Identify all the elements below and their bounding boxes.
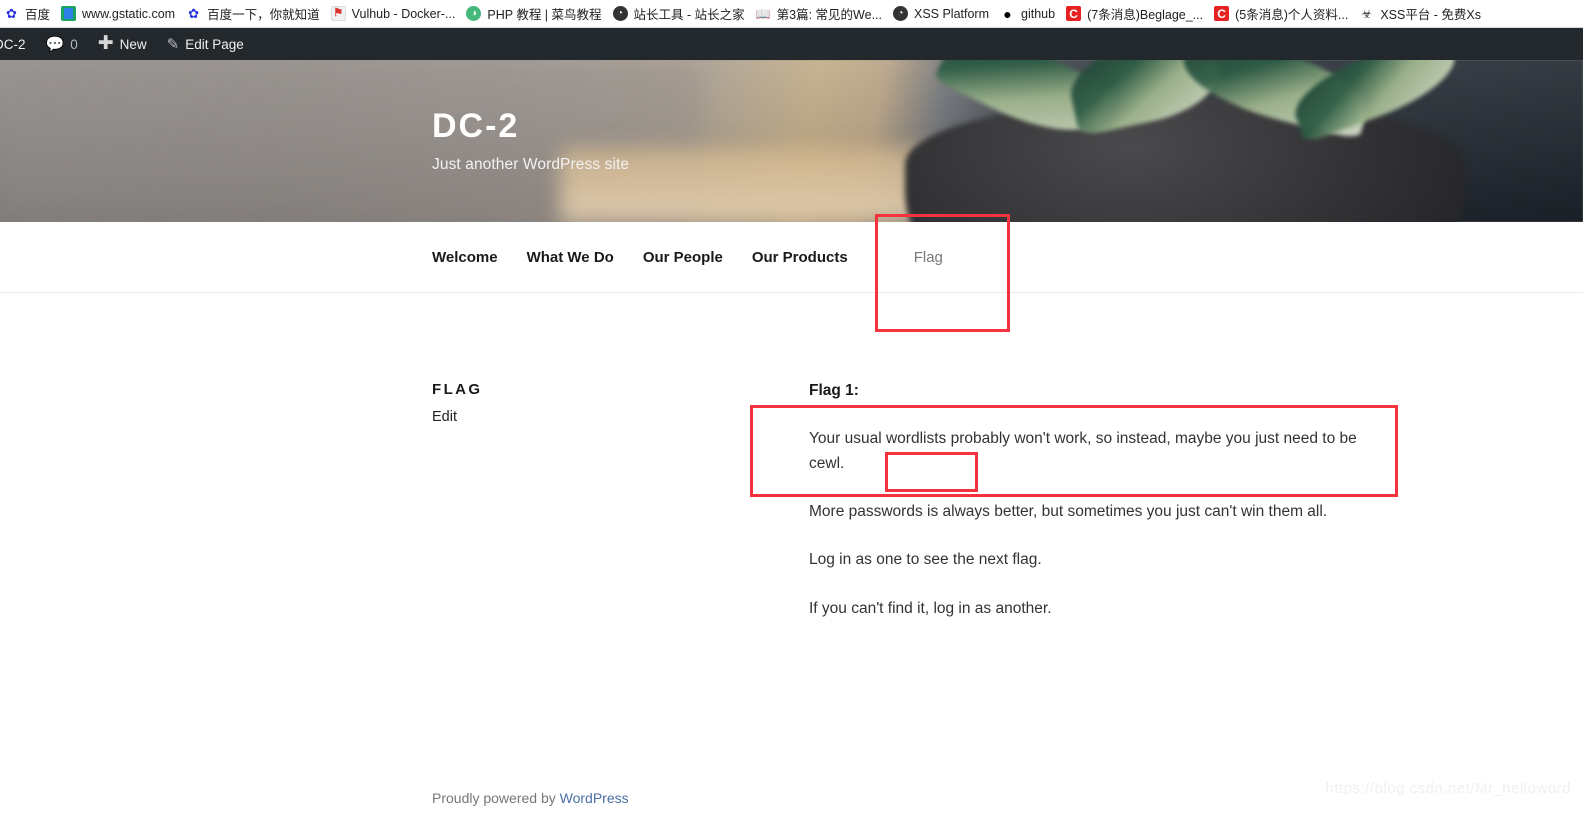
site-branding: DC-2 Just another WordPress site <box>432 107 630 174</box>
bookmark-item[interactable]: ⚑ Vulhub - Docker-... <box>327 2 463 26</box>
admin-bar-site-name[interactable]: DC-2 <box>0 28 36 60</box>
vulhub-icon: ⚑ <box>330 6 346 21</box>
bookmark-item[interactable]: ◑ PHP 教程 | 菜鸟教程 <box>462 2 608 26</box>
flag-heading: Flag 1: <box>809 382 859 399</box>
entry-content: Flag 1: Your usual wordlists probably wo… <box>809 378 1369 644</box>
admin-bar-edit-label: Edit Page <box>185 36 244 52</box>
passwords-paragraph: More passwords is always better, but som… <box>809 503 1328 521</box>
bookmark-label: github <box>1021 6 1056 21</box>
bookmark-item[interactable]: ◔ XSS Platform <box>889 2 996 26</box>
baidu-paw-icon: ✿ <box>6 6 17 21</box>
flag1-paragraph: Your usual wordlists probably won't work… <box>809 430 1357 473</box>
admin-bar-comment-count: 0 <box>70 36 78 52</box>
admin-bar-comments[interactable]: 💬 0 <box>36 28 88 60</box>
bookmark-label: 第3篇: 常见的We... <box>776 8 882 22</box>
bookmark-item[interactable]: ☣ XSS平台 - 免费Xs <box>1355 2 1488 26</box>
bookmark-item[interactable]: ● github <box>996 2 1062 26</box>
nav-list: Welcome What We Do Our People Our Produc… <box>432 249 972 266</box>
bookmark-label: www.gstatic.com <box>82 6 176 21</box>
browser-bookmarks-bar: ✿ 百度 www.gstatic.com ✿ 百度一下，你就知道 ⚑ Vulhu… <box>0 0 1583 28</box>
baidu-paw-icon: ✿ <box>188 6 200 21</box>
primary-navigation: Welcome What We Do Our People Our Produc… <box>0 222 1583 293</box>
footer-credit-prefix: Proudly powered by <box>432 790 560 806</box>
gstatic-icon <box>61 6 77 21</box>
nav-item-our-products[interactable]: Our Products <box>752 249 877 266</box>
csdn-icon: C <box>1214 6 1230 21</box>
github-icon: ● <box>1000 6 1016 21</box>
admin-bar-new-label: New <box>119 36 147 52</box>
bookmark-item[interactable]: www.gstatic.com <box>57 2 182 26</box>
bookmark-label: XSS平台 - 免费Xs <box>1380 8 1482 22</box>
bookmark-label: 百度一下，你就知道 <box>207 8 320 22</box>
bookmark-item[interactable]: ◔ 站长工具 - 站长之家 <box>609 2 752 26</box>
plus-icon: ✚ <box>97 32 114 54</box>
plant-pot-shape <box>905 100 1465 222</box>
wordpress-link[interactable]: WordPress <box>560 790 629 806</box>
admin-bar-new[interactable]: ✚ New <box>88 28 157 60</box>
site-title[interactable]: DC-2 <box>432 107 629 145</box>
nav-item-our-people[interactable]: Our People <box>643 249 752 266</box>
page-title: FLAG <box>432 381 483 398</box>
admin-bar-edit-page[interactable]: ✎ Edit Page <box>157 28 254 60</box>
csdn-icon: C <box>1066 6 1082 21</box>
bookmark-label: (5条消息)个人资料... <box>1235 8 1349 22</box>
bookmark-item[interactable]: 📖 第3篇: 常见的We... <box>752 2 889 26</box>
admin-bar-site-label: DC-2 <box>0 36 26 52</box>
pencil-icon: ✎ <box>166 35 180 53</box>
bookmark-item[interactable]: ✿ 百度一下，你就知道 <box>182 2 327 26</box>
another-login-paragraph: If you can't find it, log in as another. <box>809 599 1052 617</box>
chinaz-icon: ◔ <box>612 6 628 21</box>
bookmark-label: 百度 <box>25 8 51 22</box>
bookmark-label: 站长工具 - 站长之家 <box>633 8 745 22</box>
site-header: DC-2 Just another WordPress site <box>0 60 1583 222</box>
bookmark-item[interactable]: ✿ 百度 <box>0 2 57 26</box>
xss-platform-icon: ◔ <box>892 6 908 21</box>
site-description: Just another WordPress site <box>432 156 630 174</box>
bookmark-label: PHP 教程 | 菜鸟教程 <box>487 8 602 22</box>
bookmark-label: Vulhub - Docker-... <box>351 6 456 21</box>
bookmark-label: (7条消息)Beglage_... <box>1087 8 1204 22</box>
book-icon: 📖 <box>755 6 771 21</box>
edit-post-link[interactable]: Edit <box>432 409 732 425</box>
entry-header: FLAG Edit <box>432 381 732 425</box>
page-content: FLAG Edit Flag 1: Your usual wordlists p… <box>0 293 1583 763</box>
footer-credit: Proudly powered by WordPress <box>432 790 629 806</box>
bookmark-item[interactable]: C (5条消息)个人资料... <box>1210 2 1355 26</box>
nav-item-flag[interactable]: Flag <box>877 249 972 266</box>
login-hint-paragraph: Log in as one to see the next flag. <box>809 551 1042 569</box>
runoob-icon: ◑ <box>466 6 482 21</box>
bookmark-label: XSS Platform <box>913 6 990 21</box>
xss-site-icon: ☣ <box>1359 6 1375 21</box>
blog-watermark: https://blog.csdn.net/Mr_helloword <box>1325 780 1571 797</box>
nav-item-welcome[interactable]: Welcome <box>432 249 527 266</box>
comment-bubble-icon: 💬 <box>45 35 65 53</box>
bookmark-item[interactable]: C (7条消息)Beglage_... <box>1062 2 1210 26</box>
nav-item-what-we-do[interactable]: What We Do <box>527 249 643 266</box>
wordpress-admin-bar: DC-2 💬 0 ✚ New ✎ Edit Page <box>0 28 1583 60</box>
